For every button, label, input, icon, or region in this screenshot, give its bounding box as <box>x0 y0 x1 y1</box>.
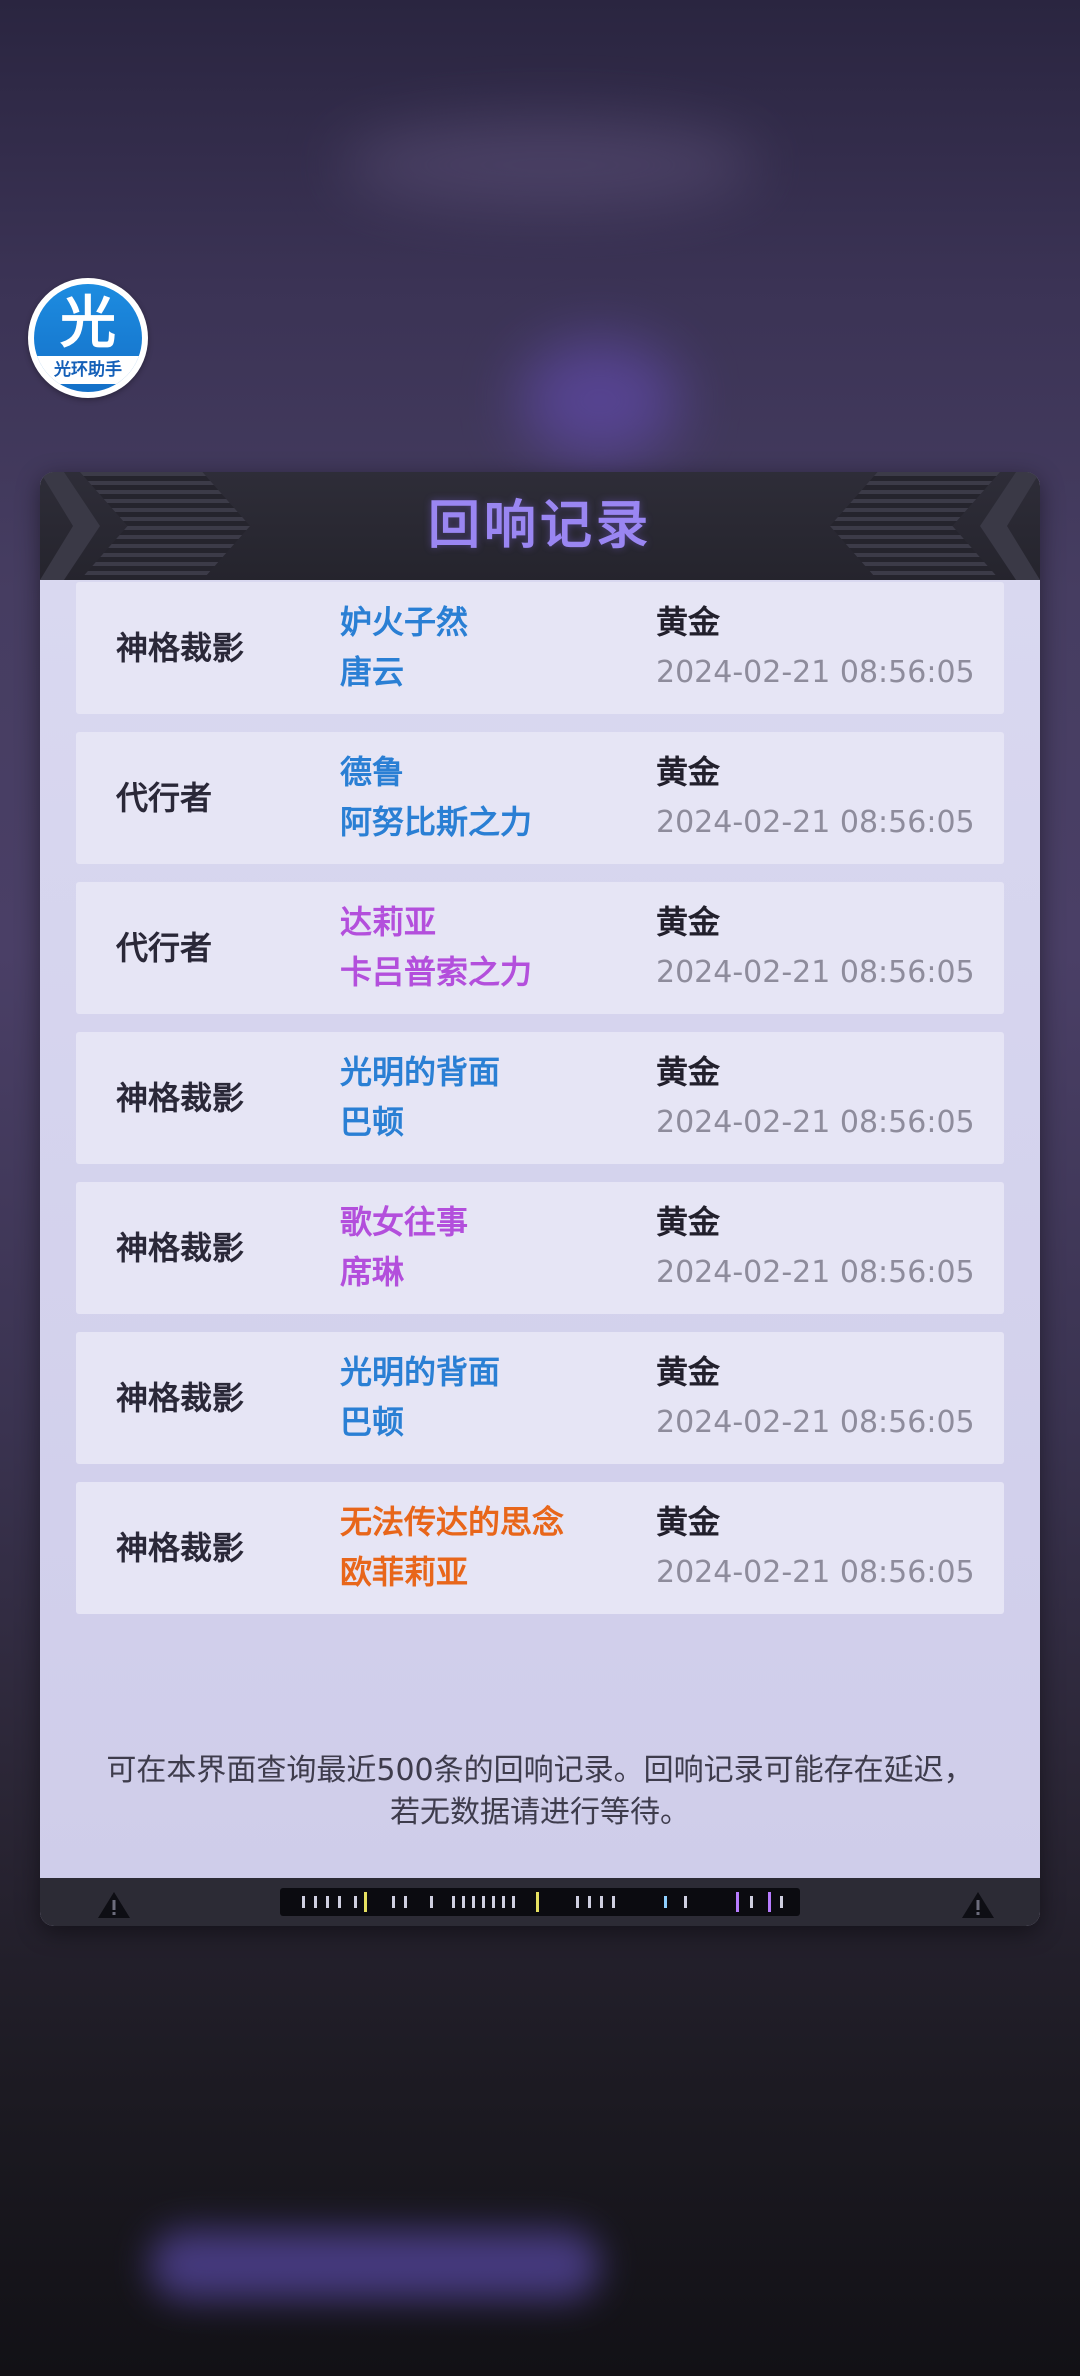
row-name-secondary: 欧菲莉亚 <box>340 1553 469 1591</box>
barcode-tick <box>302 1896 305 1908</box>
logo-char: 光 <box>60 291 116 356</box>
row-type: 神格裁影 <box>116 1079 245 1117</box>
table-row: 神格裁影 妒火子然唐云 黄金 2024-02-21 08:56:05 <box>76 582 1004 714</box>
info-note: 可在本界面查询最近500条的回响记录。回响记录可能存在延迟，若无数据请进行等待。 <box>106 1753 974 1830</box>
panel-body: 类型 名称 详情 神格裁影妒火子然唐云黄金2024-02-21 08:56:05… <box>40 580 1040 1878</box>
barcode-tick <box>392 1896 395 1908</box>
panel-footer <box>40 1878 1040 1926</box>
background-button-blur <box>150 2230 600 2300</box>
row-type: 代行者 <box>116 779 213 817</box>
barcode-tick <box>452 1896 455 1908</box>
row-name-secondary: 席琳 <box>340 1253 405 1291</box>
row-grade: 黄金 <box>656 1353 721 1391</box>
row-name-primary: 光明的背面 <box>340 1353 501 1391</box>
row-name-primary: 妒火子然 <box>340 603 469 641</box>
row-grade: 黄金 <box>656 1053 721 1091</box>
barcode-tick <box>502 1896 505 1908</box>
row-name-primary: 歌女往事 <box>340 1203 469 1241</box>
row-type: 神格裁影 <box>116 629 245 667</box>
barcode-tick <box>612 1896 615 1908</box>
warning-icon <box>98 1892 130 1918</box>
barcode-tick <box>462 1896 465 1908</box>
barcode-tick <box>492 1896 495 1908</box>
barcode-tick <box>588 1896 591 1908</box>
table-row: 神格裁影 无法传达的思念 欧菲莉亚 黄金 2024-02-21 08:56:05 <box>76 1482 1004 1614</box>
row-grade: 黄金 <box>656 753 721 791</box>
row-type: 代行者 <box>116 929 213 967</box>
row-timestamp: 2024-02-21 08:56:05 <box>656 805 975 840</box>
app-logo[interactable]: 光 光环助手 <box>28 278 148 398</box>
row-name-primary: 无法传达的思念 <box>340 1503 565 1541</box>
row-name-secondary: 阿努比斯之力 <box>340 803 533 841</box>
barcode-tick <box>326 1896 329 1908</box>
panel-title: 回响记录 <box>427 496 652 556</box>
barcode-tick <box>600 1896 603 1908</box>
table-row: 神格裁影 光明的背面巴顿 黄金 2024-02-21 08:56:05 <box>76 1032 1004 1164</box>
barcode-tick <box>482 1896 485 1908</box>
row-name-secondary: 卡吕普索之力 <box>340 953 533 991</box>
barcode-decoration <box>280 1888 800 1916</box>
barcode-tick <box>404 1896 407 1908</box>
barcode-tick <box>314 1896 317 1908</box>
row-timestamp: 2024-02-21 08:56:05 <box>656 1555 975 1590</box>
barcode-tick <box>736 1892 739 1912</box>
table-row: 神格裁影 歌女往事席琳 黄金 2024-02-21 08:56:05 <box>76 1182 1004 1314</box>
barcode-tick <box>750 1896 753 1908</box>
row-name-secondary: 巴顿 <box>340 1403 405 1441</box>
row-timestamp: 2024-02-21 08:56:05 <box>656 955 975 990</box>
barcode-tick <box>354 1896 357 1908</box>
logo-circle: 光 光环助手 <box>34 284 142 392</box>
barcode-tick <box>430 1896 433 1908</box>
row-timestamp: 2024-02-21 08:56:05 <box>656 1405 975 1440</box>
row-grade: 黄金 <box>656 1203 721 1241</box>
row-name-primary: 达莉亚 <box>340 903 437 941</box>
row-timestamp: 2024-02-21 08:56:05 <box>656 1105 975 1140</box>
barcode-tick <box>536 1892 539 1912</box>
row-timestamp: 2024-02-21 08:56:05 <box>656 1255 975 1290</box>
barcode-tick <box>664 1896 667 1908</box>
table-row: 代行者 德鲁阿努比斯之力 黄金 2024-02-21 08:56:05 <box>76 732 1004 864</box>
barcode-tick <box>512 1896 515 1908</box>
logo-label: 光环助手 <box>34 356 142 384</box>
warning-icon <box>962 1892 994 1918</box>
barcode-tick <box>472 1896 475 1908</box>
barcode-tick <box>780 1896 783 1908</box>
panel-header: 回响记录 <box>40 472 1040 580</box>
row-type: 神格裁影 <box>116 1529 245 1567</box>
row-name-primary: 德鲁 <box>340 753 405 791</box>
row-grade: 黄金 <box>656 1503 721 1541</box>
barcode-tick <box>338 1896 341 1908</box>
background-blur <box>520 340 680 460</box>
table-row: 神格裁影 光明的背面巴顿 黄金 2024-02-21 08:56:05 <box>76 1332 1004 1464</box>
row-name-secondary: 唐云 <box>340 653 405 691</box>
table-row: 代行者 达莉亚卡吕普索之力 黄金 2024-02-21 08:56:05 <box>76 882 1004 1014</box>
row-grade: 黄金 <box>656 903 721 941</box>
row-grade: 黄金 <box>656 603 721 641</box>
row-type: 神格裁影 <box>116 1229 245 1267</box>
row-name-primary: 光明的背面 <box>340 1053 501 1091</box>
barcode-tick <box>576 1896 579 1908</box>
barcode-tick <box>364 1892 367 1912</box>
barcode-tick <box>768 1892 771 1912</box>
barcode-tick <box>684 1896 687 1908</box>
echo-record-panel: 回响记录 类型 名称 详情 神格裁影妒火子然唐云黄金2024-02-21 08:… <box>40 472 1040 1926</box>
row-name-secondary: 巴顿 <box>340 1103 405 1141</box>
row-timestamp: 2024-02-21 08:56:05 <box>656 655 975 690</box>
background-blur <box>340 120 760 210</box>
row-type: 神格裁影 <box>116 1379 245 1417</box>
